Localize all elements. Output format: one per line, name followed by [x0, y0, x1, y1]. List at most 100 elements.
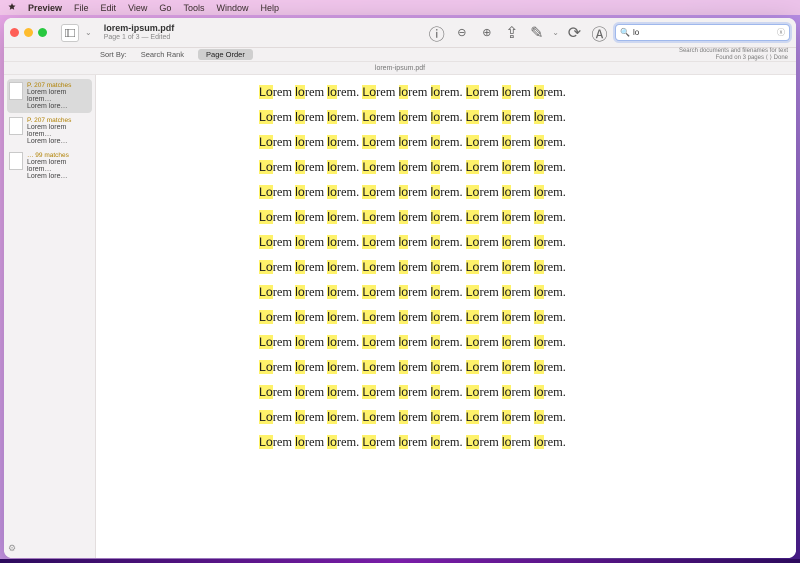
search-caption-line1: Search documents and filenames for text [679, 48, 788, 55]
search-highlight: Lo [259, 210, 273, 224]
search-highlight: lo [295, 260, 305, 274]
search-highlight: lo [534, 85, 544, 99]
sort-bar: Sort By: Search Rank Page Order [4, 48, 796, 62]
search-highlight: lo [431, 260, 441, 274]
match-count: P. 207 matches [27, 82, 90, 89]
search-highlight: Lo [362, 210, 376, 224]
menu-view[interactable]: View [128, 3, 147, 13]
menu-go[interactable]: Go [159, 3, 171, 13]
page-thumbnail [9, 117, 23, 135]
search-highlight: Lo [466, 335, 480, 349]
search-field[interactable]: 🔍 ⓧ [615, 24, 790, 41]
search-highlight: Lo [362, 110, 376, 124]
search-highlight: lo [534, 360, 544, 374]
search-highlight: lo [431, 135, 441, 149]
search-highlight: lo [327, 310, 337, 324]
search-highlight: lo [431, 435, 441, 449]
sidebar-menu-chevron-icon[interactable]: ⌄ [85, 28, 92, 37]
search-highlight: lo [295, 410, 305, 424]
close-window-button[interactable] [10, 28, 19, 37]
search-highlight: Lo [259, 160, 273, 174]
search-highlight: Lo [466, 435, 480, 449]
document-viewport[interactable]: Lorem lorem lorem. Lorem lorem lorem. Lo… [96, 75, 796, 558]
search-highlight: Lo [362, 435, 376, 449]
search-highlight: Lo [259, 310, 273, 324]
search-highlight: Lo [259, 360, 273, 374]
system-menubar: 🟊 Preview File Edit View Go Tools Window… [0, 0, 800, 15]
document-line: Lorem lorem lorem. Lorem lorem lorem. Lo… [259, 360, 741, 375]
search-highlight: Lo [259, 260, 273, 274]
highlight-menu-chevron-icon[interactable]: ⌄ [552, 28, 559, 37]
search-highlight: lo [327, 135, 337, 149]
search-highlight: lo [295, 385, 305, 399]
document-subtitle: Page 1 of 3 — Edited [104, 34, 175, 41]
markup-button[interactable]: Ⓐ [590, 23, 609, 42]
rotate-button[interactable]: ⟳ [565, 23, 584, 42]
search-highlight: Lo [259, 285, 273, 299]
search-highlight: lo [295, 160, 305, 174]
clear-search-button[interactable]: ⓧ [777, 27, 785, 38]
search-highlight: Lo [466, 285, 480, 299]
sidebar-toggle-button[interactable] [61, 24, 79, 42]
search-highlight: lo [399, 110, 409, 124]
sidebar-result-item[interactable]: P. 207 matchesLorem loremlorem…Lorem lor… [7, 79, 92, 113]
search-highlight: lo [502, 160, 512, 174]
search-highlight: Lo [362, 285, 376, 299]
search-highlight: lo [534, 210, 544, 224]
search-highlight: lo [431, 85, 441, 99]
search-highlight: lo [534, 260, 544, 274]
search-highlight: lo [534, 435, 544, 449]
info-icon: ⓘ [429, 21, 445, 45]
zoom-out-button[interactable]: ⊖ [452, 23, 471, 42]
search-highlight: lo [327, 260, 337, 274]
search-highlight: Lo [362, 385, 376, 399]
search-caption-line2: Found on 3 pages ⟨ ⟩ Done [679, 55, 788, 62]
menu-edit[interactable]: Edit [101, 3, 117, 13]
sidebar-result-item[interactable]: P. 207 matchesLorem loremlorem…Lorem lor… [7, 114, 92, 148]
search-highlight: Lo [362, 410, 376, 424]
sort-by-order-button[interactable]: Page Order [198, 49, 253, 60]
share-button[interactable]: ⇪ [502, 23, 521, 42]
search-highlight: Lo [362, 185, 376, 199]
menu-window[interactable]: Window [216, 3, 248, 13]
zoom-window-button[interactable] [38, 28, 47, 37]
search-highlight: lo [327, 360, 337, 374]
menu-tools[interactable]: Tools [183, 3, 204, 13]
search-highlight: lo [502, 210, 512, 224]
sort-by-rank-button[interactable]: Search Rank [133, 49, 192, 60]
menu-help[interactable]: Help [260, 3, 279, 13]
search-highlight: lo [399, 335, 409, 349]
search-highlight: lo [327, 85, 337, 99]
apple-menu-icon[interactable]: 🟊 [8, 0, 16, 15]
search-highlight: lo [431, 160, 441, 174]
sidebar-result-text: … 99 matchesLorem loremlorem…Lorem lore… [27, 152, 90, 180]
match-preview: Lorem lorem [27, 159, 90, 166]
search-highlight: Lo [466, 310, 480, 324]
sidebar-actions-button[interactable]: ⚙ [8, 543, 16, 554]
search-input[interactable] [633, 28, 774, 37]
search-highlight: lo [295, 310, 305, 324]
rotate-icon: ⟳ [568, 23, 581, 43]
search-highlight: lo [431, 360, 441, 374]
search-highlight: Lo [362, 335, 376, 349]
search-highlight: lo [399, 85, 409, 99]
document-line: Lorem lorem lorem. Lorem lorem lorem. Lo… [259, 210, 741, 225]
sidebar-result-item[interactable]: … 99 matchesLorem loremlorem…Lorem lore… [7, 149, 92, 183]
search-highlight: lo [327, 110, 337, 124]
sidebar-result-text: P. 207 matchesLorem loremlorem…Lorem lor… [27, 82, 90, 110]
search-highlight: lo [399, 410, 409, 424]
zoom-in-icon: ⊕ [482, 26, 491, 39]
menu-app[interactable]: Preview [28, 3, 62, 13]
share-icon: ⇪ [505, 23, 518, 43]
sort-by-label: Sort By: [100, 50, 127, 59]
search-highlight: lo [534, 410, 544, 424]
search-highlight: lo [399, 285, 409, 299]
minimize-window-button[interactable] [24, 28, 33, 37]
highlight-button[interactable]: ✎ [527, 23, 546, 42]
search-highlight: lo [534, 310, 544, 324]
search-highlight: lo [399, 210, 409, 224]
zoom-in-button[interactable]: ⊕ [477, 23, 496, 42]
desktop-edge [0, 559, 800, 563]
info-button[interactable]: ⓘ [427, 23, 446, 42]
menu-file[interactable]: File [74, 3, 89, 13]
